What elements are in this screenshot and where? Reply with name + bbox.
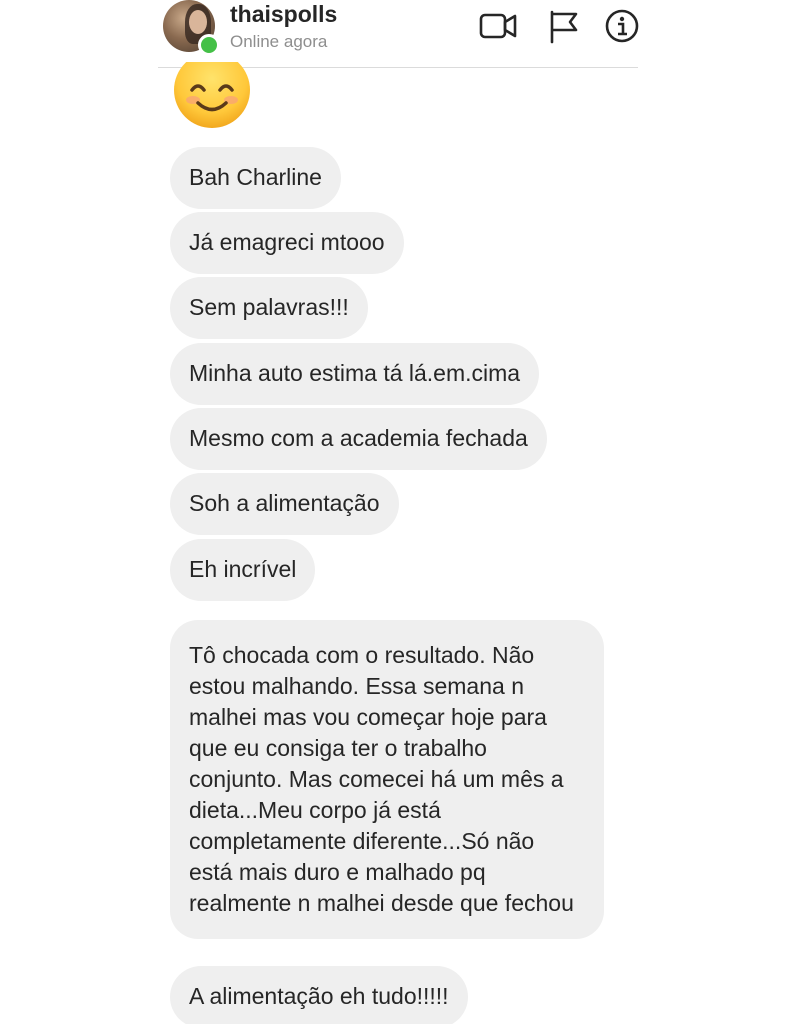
message-bubble[interactable]: A alimentação eh tudo!!!!! bbox=[170, 966, 468, 1024]
dm-conversation-screen: thaispolls Online agora Bah Charline Já … bbox=[0, 0, 800, 1024]
smiling-face-emoji[interactable] bbox=[173, 52, 251, 128]
contact-status: Online agora bbox=[230, 32, 328, 51]
flag-icon[interactable] bbox=[544, 8, 584, 44]
video-camera-icon[interactable] bbox=[478, 8, 518, 44]
message-bubble[interactable]: Soh a alimentação bbox=[170, 473, 399, 535]
message-bubble[interactable]: Minha auto estima tá lá.em.cima bbox=[170, 343, 540, 405]
message-bubble[interactable]: Tô chocada com o resultado. Não estou ma… bbox=[170, 620, 604, 939]
chat-header: thaispolls Online agora bbox=[158, 0, 639, 68]
message-bubble[interactable]: Mesmo com a academia fechada bbox=[170, 408, 547, 470]
online-status-indicator bbox=[198, 34, 220, 56]
message-bubble[interactable]: Bah Charline bbox=[170, 147, 341, 209]
info-icon[interactable] bbox=[602, 8, 642, 44]
message-bubble[interactable]: Já emagreci mtooo bbox=[170, 212, 404, 274]
message-bubble[interactable]: Sem palavras!!! bbox=[170, 277, 368, 339]
message-bubble[interactable]: Eh incrível bbox=[170, 539, 316, 601]
contact-username[interactable]: thaispolls bbox=[230, 0, 337, 28]
